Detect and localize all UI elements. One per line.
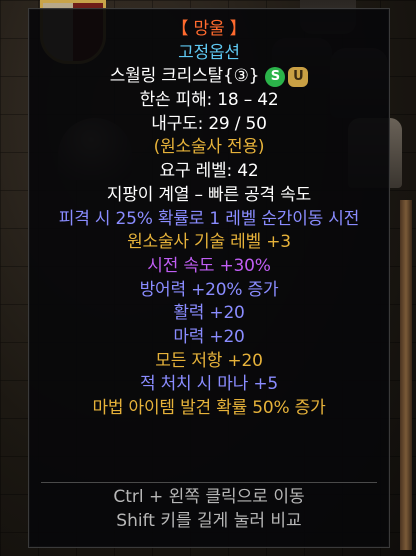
item-name: 【 망울 】 [171,19,247,39]
item-durability: 내구도: 29 / 50 [151,113,267,134]
level-requirement: 요구 레벨: 42 [159,161,259,182]
item-damage: 한손 피해: 18 – 42 [139,90,279,111]
property-cast-speed: 시전 속도 +30% [147,255,271,276]
item-quality: 고정옵션 [178,42,240,63]
property-defense: 방어력 +20% 증가 [139,279,279,300]
property-energy: 마력 +20 [173,326,245,347]
property-teleport-on-hit: 피격 시 25% 확률로 1 레벨 순간이동 시전 [58,208,360,229]
class-restriction: (원소술사 전용) [153,137,265,158]
inventory-staff-item[interactable] [400,200,412,550]
property-all-resist: 모든 저항 +20 [155,350,263,371]
inventory-scene: 【 망울 】 고정옵션 스월링 크리스탈{③} S U 한손 피해: 18 – … [0,0,416,556]
tooltip-body: 【 망울 】 고정옵션 스월링 크리스탈{③} S U 한손 피해: 18 – … [29,9,389,421]
property-skill-level: 원소술사 기술 레벨 +3 [127,232,291,253]
property-magic-find: 마법 아이템 발견 확률 50% 증가 [92,398,326,418]
set-s-badge-icon: S [265,67,286,88]
item-base-type: 스월링 크리스탈{③} [109,66,260,87]
property-mana-on-kill: 적 처치 시 마나 +5 [139,374,279,395]
item-tooltip: 【 망울 】 고정옵션 스월링 크리스탈{③} S U 한손 피해: 18 – … [28,8,390,548]
base-type-group: 스월링 크리스탈{③} S U [110,65,309,89]
hint-shift-compare: Shift 키를 길게 눌러 비교 [116,511,302,531]
weapon-class: 지팡이 계열 – 빠른 공격 속도 [106,184,312,205]
item-base-type-row: 스월링 크리스탈{③} S U [29,65,389,89]
tooltip-footer: Ctrl + 왼쪽 클릭으로 이동 Shift 키를 길게 눌러 비교 [29,485,389,533]
property-vitality: 활력 +20 [173,303,245,324]
tooltip-divider [41,482,377,483]
hint-ctrl-click-move: Ctrl + 왼쪽 클릭으로 이동 [113,487,305,507]
unique-u-badge-icon: U [288,67,309,88]
